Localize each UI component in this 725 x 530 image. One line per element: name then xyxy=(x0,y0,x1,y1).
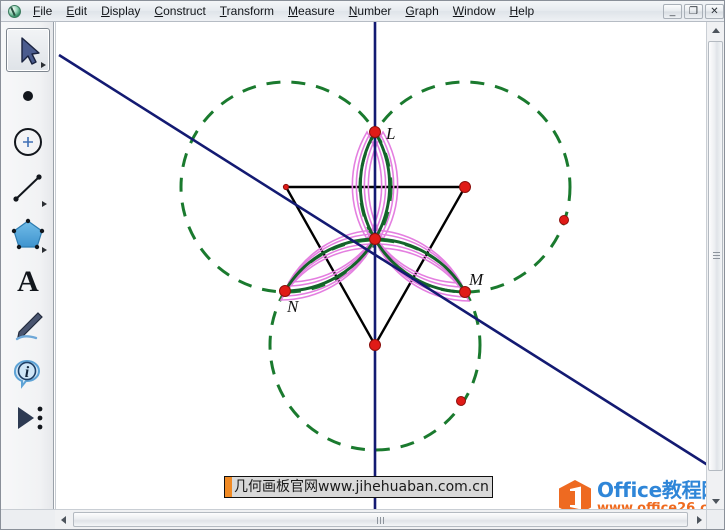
menu-item-graph[interactable]: Graph xyxy=(398,2,445,21)
information-tool[interactable]: i xyxy=(6,350,50,394)
menu-item-file[interactable]: File xyxy=(26,2,59,21)
circle-radius-point-bottom xyxy=(456,396,466,406)
custom-tool[interactable] xyxy=(6,396,50,440)
status-strip xyxy=(1,509,55,529)
menu-item-transform[interactable]: Transform xyxy=(213,2,281,21)
menu-item-list: File Edit Display Construct Transform Me… xyxy=(26,1,661,21)
marker-tool[interactable] xyxy=(6,304,50,348)
horizontal-scroll-thumb[interactable] xyxy=(73,512,688,527)
point-L xyxy=(369,126,381,138)
close-button[interactable]: ✕ xyxy=(705,3,724,19)
triangle-vertex-a xyxy=(282,183,290,191)
caption-drag-handle[interactable] xyxy=(225,477,232,497)
point-label-N[interactable]: N xyxy=(286,297,300,316)
tool-palette: A i xyxy=(1,22,54,510)
menu-item-window[interactable]: Window xyxy=(446,2,503,21)
circle-radius-point-right xyxy=(559,215,569,225)
text-tool[interactable]: A xyxy=(6,258,50,302)
point-label-M[interactable]: M xyxy=(468,270,484,289)
horizontal-scrollbar[interactable] xyxy=(55,509,708,529)
polygon-tool-dropdown-icon[interactable] xyxy=(42,247,47,253)
restore-button[interactable]: ❐ xyxy=(684,3,703,19)
info-icon: i xyxy=(13,360,41,389)
menu-item-display[interactable]: Display xyxy=(94,2,147,21)
minimize-button[interactable]: _ xyxy=(663,3,682,19)
play-dots-icon xyxy=(18,406,43,430)
scrollbar-corner xyxy=(706,509,724,529)
sketchpad-icon xyxy=(5,3,23,20)
point-tool[interactable] xyxy=(6,74,50,118)
menu-item-help[interactable]: Help xyxy=(502,2,541,21)
straightedge-tool-dropdown-icon[interactable] xyxy=(42,201,47,207)
sketchpad-window: File Edit Display Construct Transform Me… xyxy=(0,0,725,530)
scroll-grip-icon xyxy=(713,252,720,260)
chevron-left-icon xyxy=(61,515,66,524)
straightedge-tool[interactable] xyxy=(6,166,50,210)
point-N xyxy=(279,285,291,297)
caption-text: 几何画板官网www.jihehuaban.com.cn xyxy=(234,479,489,495)
vertical-scrollbar[interactable] xyxy=(706,22,724,510)
menu-item-construct[interactable]: Construct xyxy=(147,2,212,21)
sketch-points[interactable] xyxy=(279,126,569,406)
sketch-canvas[interactable]: L M N 几何画板官网www.jihehuaban.com.cn xyxy=(55,22,707,510)
arrow-select-tool[interactable] xyxy=(6,28,50,72)
triangle-vertex-c xyxy=(369,339,381,351)
scroll-grip-icon xyxy=(376,517,385,524)
menu-item-measure[interactable]: Measure xyxy=(281,2,342,21)
point-label-L[interactable]: L xyxy=(385,124,395,143)
menu-item-number[interactable]: Number xyxy=(342,2,399,21)
circle-icon xyxy=(14,128,42,156)
sketch-drawing: L M N xyxy=(58,22,707,510)
polygon-tool[interactable] xyxy=(6,212,50,256)
chevron-up-icon xyxy=(711,28,720,33)
chevron-right-icon xyxy=(697,515,702,524)
menu-item-edit[interactable]: Edit xyxy=(59,2,94,21)
svg-text:A: A xyxy=(17,265,39,298)
marker-icon xyxy=(15,312,43,341)
point-icon xyxy=(23,91,33,101)
diagonal-axis-line xyxy=(58,53,707,467)
triangle-vertex-b xyxy=(459,181,471,193)
svg-text:i: i xyxy=(25,364,30,381)
axis-lines xyxy=(58,22,707,510)
scroll-up-button[interactable] xyxy=(707,22,724,39)
arrow-tool-dropdown-icon[interactable] xyxy=(41,62,46,68)
point-center xyxy=(369,233,381,245)
chevron-down-icon xyxy=(711,499,720,504)
menu-bar: File Edit Display Construct Transform Me… xyxy=(1,1,724,22)
scroll-down-button[interactable] xyxy=(707,493,724,510)
window-controls: _ ❐ ✕ xyxy=(661,3,724,19)
vertical-scroll-thumb[interactable] xyxy=(708,41,723,471)
compass-circle-tool[interactable] xyxy=(6,120,50,164)
caption-textbox[interactable]: 几何画板官网www.jihehuaban.com.cn xyxy=(224,476,493,498)
letter-a-icon: A xyxy=(17,265,39,298)
scroll-left-button[interactable] xyxy=(55,511,72,528)
